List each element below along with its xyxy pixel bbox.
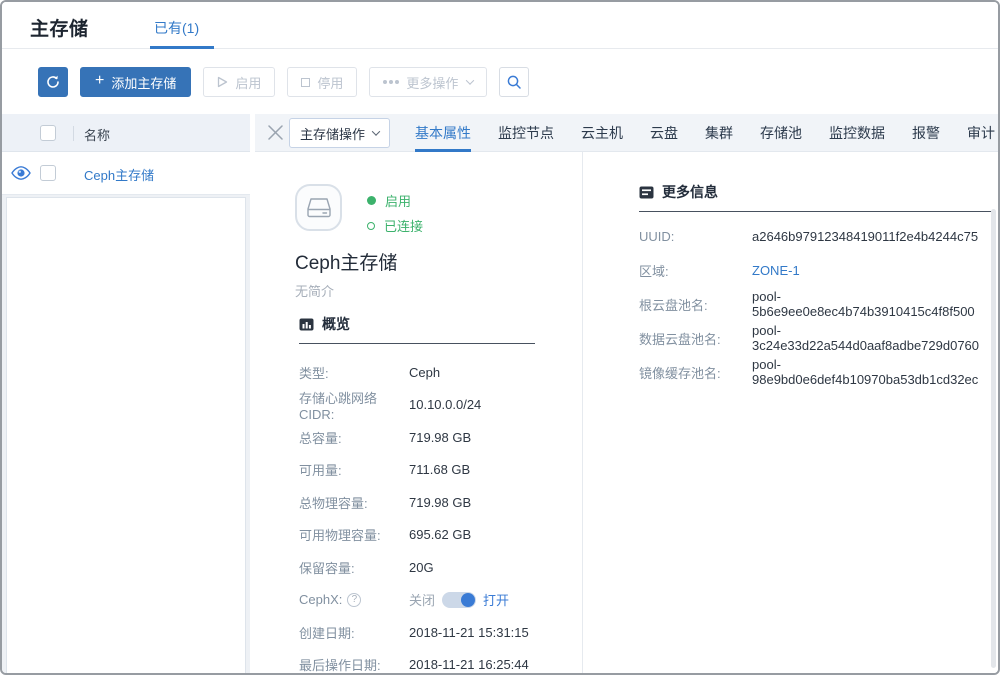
disable-button[interactable]: 停用 — [287, 67, 357, 97]
more-info-section-header: 更多信息 — [639, 182, 718, 202]
name-column-header: 名称 — [84, 125, 110, 144]
stop-icon — [301, 78, 310, 87]
tab-existing[interactable]: 已有(1) — [154, 18, 199, 38]
field-total-physical-capacity: 总物理容量: 719.98 GB — [299, 486, 579, 519]
field-uuid: UUID: a2646b97912348419011f2e4b4244c75 — [639, 219, 999, 253]
status-connected: 已连接 — [367, 213, 423, 238]
field-root-volume-pool: 根云盘池名: pool-5b6e9ee0e8ec4b74b3910415c4f8… — [639, 287, 999, 321]
monitor-eye-icon[interactable] — [10, 164, 32, 187]
detail-panel: 主存储操作 基本属性 监控节点 云主机 云盘 集群 存储池 监控数据 报警 审计 — [255, 114, 998, 673]
tab-alarms[interactable]: 报警 — [912, 114, 940, 152]
status-enabled: 启用 — [367, 188, 423, 213]
toggle-knob — [461, 593, 475, 607]
status-connected-ring-icon — [367, 222, 375, 230]
detail-tabs: 基本属性 监控节点 云主机 云盘 集群 存储池 监控数据 报警 审计 — [415, 114, 995, 152]
overview-fields: 类型: Ceph 存储心跳网络CIDR: 10.10.0.0/24 总容量: 7… — [299, 356, 579, 675]
add-primary-storage-label: 添加主存储 — [111, 73, 176, 92]
page-title: 主存储 — [30, 14, 89, 41]
more-actions-button[interactable]: 更多操作 — [369, 67, 487, 97]
storage-row-name[interactable]: Ceph主存储 — [84, 165, 154, 184]
plus-icon: + — [95, 73, 104, 89]
primary-storage-page: 主存储 已有(1) + 添加主存储 启用 停用 — [0, 0, 1000, 675]
storage-list-row[interactable]: Ceph主存储 — [2, 152, 250, 195]
more-info-fields: UUID: a2646b97912348419011f2e4b4244c75 区… — [639, 219, 999, 389]
more-info-icon — [639, 186, 654, 199]
overview-icon — [299, 318, 314, 331]
toggle-off-label: 关闭 — [409, 590, 435, 609]
status-enabled-dot-icon — [367, 196, 376, 205]
more-info-underline — [639, 211, 995, 212]
page-header: 主存储 已有(1) — [2, 2, 998, 49]
storage-avatar — [295, 184, 342, 231]
field-available-physical-capacity: 可用物理容量: 695.62 GB — [299, 519, 579, 552]
status-enabled-label: 启用 — [385, 191, 411, 210]
tab-storage-pools[interactable]: 存储池 — [760, 114, 802, 152]
list-empty-area — [6, 197, 246, 673]
chevron-down-icon — [466, 76, 474, 84]
more-actions-label: 更多操作 — [406, 73, 458, 92]
toolbar: + 添加主存储 启用 停用 更多操作 — [2, 50, 998, 114]
refresh-icon — [45, 74, 61, 90]
field-cephx: CephX: ? 关闭 打开 — [299, 584, 579, 617]
field-total-capacity: 总容量: 719.98 GB — [299, 421, 579, 454]
field-zone: 区域: ZONE-1 — [639, 253, 999, 287]
storage-actions-label: 主存储操作 — [300, 124, 365, 143]
tab-existing-underline — [150, 46, 214, 49]
more-info-section-title: 更多信息 — [662, 182, 718, 202]
search-icon — [506, 74, 522, 90]
select-all-checkbox[interactable] — [40, 125, 56, 141]
enable-label: 启用 — [235, 73, 261, 92]
row-checkbox[interactable] — [40, 165, 56, 181]
field-last-op-date: 最后操作日期: 2018-11-21 16:25:44 — [299, 649, 579, 675]
tab-clusters[interactable]: 集群 — [705, 114, 733, 152]
chevron-down-icon — [372, 127, 380, 135]
field-reserved-capacity: 保留容量: 20G — [299, 551, 579, 584]
add-primary-storage-button[interactable]: + 添加主存储 — [80, 67, 191, 97]
detail-columns-divider — [582, 152, 583, 673]
tab-basic-properties[interactable]: 基本属性 — [415, 114, 471, 152]
status-block: 启用 已连接 — [367, 188, 423, 238]
close-icon[interactable] — [267, 124, 284, 146]
detail-scrollbar[interactable] — [991, 209, 996, 668]
toggle-on-label: 打开 — [483, 590, 509, 609]
overview-underline — [299, 343, 535, 344]
cephx-toggle[interactable] — [442, 592, 476, 608]
field-image-cache-pool: 镜像缓存池名: pool-98e9bd0e6def4b10970ba53db1c… — [639, 355, 999, 389]
help-icon[interactable]: ? — [347, 593, 361, 607]
tab-vm-instances[interactable]: 云主机 — [581, 114, 623, 152]
zone-link[interactable]: ZONE-1 — [752, 263, 800, 278]
field-create-date: 创建日期: 2018-11-21 15:31:15 — [299, 616, 579, 649]
overview-section-title: 概览 — [322, 314, 350, 334]
status-connected-label: 已连接 — [384, 216, 423, 235]
enable-button[interactable]: 启用 — [203, 67, 275, 97]
storage-list-panel: 名称 Ceph主存储 — [2, 114, 250, 673]
list-header: 名称 — [2, 114, 250, 152]
storage-actions-dropdown[interactable]: 主存储操作 — [289, 118, 390, 148]
overview-section-header: 概览 — [299, 314, 350, 334]
tab-audit[interactable]: 审计 — [967, 114, 995, 152]
field-data-volume-pool: 数据云盘池名: pool-3c24e33d22a544d0aaf8adbe729… — [639, 321, 999, 355]
tab-monitor-data[interactable]: 监控数据 — [829, 114, 885, 152]
play-icon — [217, 76, 228, 88]
more-dots-icon — [383, 80, 399, 84]
disk-drive-icon — [305, 196, 333, 220]
search-button[interactable] — [499, 67, 529, 97]
field-available-capacity: 可用量: 711.68 GB — [299, 454, 579, 487]
detail-header-strip: 主存储操作 基本属性 监控节点 云主机 云盘 集群 存储池 监控数据 报警 审计 — [255, 114, 998, 152]
cephx-toggle-group: 关闭 打开 — [409, 590, 509, 609]
column-divider — [73, 126, 74, 141]
tab-volumes[interactable]: 云盘 — [650, 114, 678, 152]
cephx-label: CephX: — [299, 592, 342, 607]
disable-label: 停用 — [317, 73, 343, 92]
tab-monitor-nodes[interactable]: 监控节点 — [498, 114, 554, 152]
field-heartbeat-cidr: 存储心跳网络CIDR: 10.10.0.0/24 — [299, 389, 579, 422]
field-type: 类型: Ceph — [299, 356, 579, 389]
storage-description: 无简介 — [295, 281, 334, 300]
refresh-button[interactable] — [38, 67, 68, 97]
storage-name: Ceph主存储 — [295, 248, 397, 275]
